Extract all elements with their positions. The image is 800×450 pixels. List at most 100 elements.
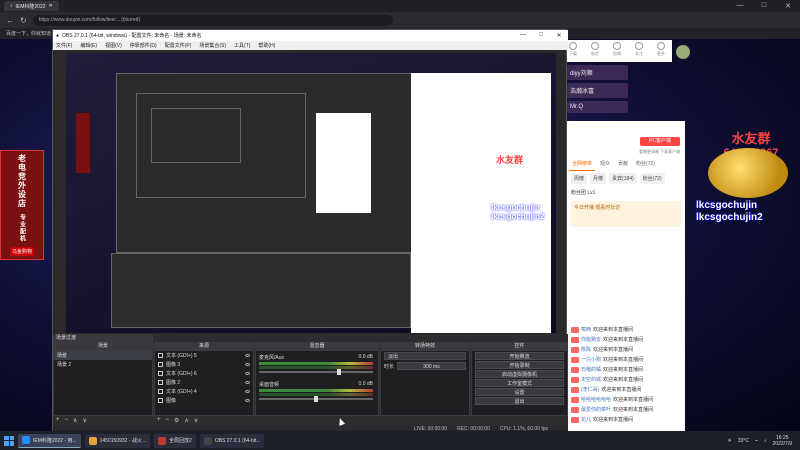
subtab-vip[interactable]: 贵宾(184) <box>609 173 637 184</box>
visibility-icon[interactable] <box>245 372 250 375</box>
rank-item[interactable]: diyy刘顺 <box>566 65 628 80</box>
nested-obs-window <box>151 108 241 163</box>
list-item: (李仁哥) 欢迎来到本直播间 <box>567 386 685 393</box>
source-item[interactable]: 文本 (GDI+) 5 <box>155 351 253 360</box>
browser-tab[interactable]: ♪ IEM科隆2022 ✕ <box>4 1 59 11</box>
url-field[interactable]: https://www.douyin.com/follow/live/... (… <box>32 14 393 26</box>
subtab-week[interactable]: 周榜 <box>571 173 588 184</box>
bookmark-item[interactable]: 百度一下，你就知道 <box>6 30 51 37</box>
source-tools: + − ⚙ ∧ ∨ <box>157 417 198 424</box>
menu-file[interactable]: 文件(F) <box>56 42 72 49</box>
volume-slider[interactable] <box>259 396 373 402</box>
nested-overlay-id: lkcsgochujin lkcsgochujin2 <box>491 203 545 221</box>
source-item[interactable]: 图像 <box>155 396 253 405</box>
menu-view[interactable]: 视图(V) <box>105 42 122 49</box>
visibility-icon[interactable] <box>245 390 250 393</box>
gear-icon[interactable]: ⚙ <box>174 417 179 424</box>
start-recording-button[interactable]: 开始录制 <box>475 361 564 369</box>
more-icon[interactable]: 更多 <box>657 42 665 57</box>
taskbar-item-app[interactable]: 1450150932 - 战火... <box>84 433 151 448</box>
menu-scene-collection[interactable]: 场景集合(S) <box>199 42 226 49</box>
message-icon[interactable]: 私信 <box>591 42 599 57</box>
obs-close-button[interactable]: ✕ <box>550 32 568 39</box>
visibility-icon[interactable] <box>245 381 250 384</box>
network-icon[interactable]: ⌁ <box>755 438 758 444</box>
scene-transition-head: 场景过渡 <box>53 334 153 342</box>
source-item[interactable]: 图像 2 <box>155 378 253 387</box>
taskbar-item-replay[interactable]: 全局回放2 <box>154 433 196 448</box>
avatar[interactable] <box>676 45 690 59</box>
rank-item[interactable]: Mr.Q <box>566 101 628 113</box>
task-card[interactable]: 今日开播 观看时长达 <box>571 201 681 227</box>
menu-tools[interactable]: 工具(T) <box>234 42 250 49</box>
pc-client-button[interactable]: PC客户端 <box>640 137 680 146</box>
tab-contribution[interactable]: 贡献 <box>615 157 631 171</box>
exit-button[interactable]: 退出 <box>475 397 564 405</box>
tab-rank[interactable]: 全网榜单 <box>569 157 596 171</box>
taskbar-item-obs[interactable]: OBS 27.0.1 (64-bit... <box>199 433 265 448</box>
visibility-icon[interactable] <box>245 363 250 366</box>
move-up-icon[interactable]: ∧ <box>73 417 77 424</box>
shop-banner[interactable]: 老电竞外设店 专业配机 马鱼购物 <box>0 150 44 260</box>
subtab-fans[interactable]: 粉丝(72) <box>639 173 665 184</box>
text-source-icon <box>158 371 163 376</box>
duration-input[interactable]: 300 ms <box>397 362 466 370</box>
tab-fans[interactable]: 粉丝(72) <box>633 157 658 171</box>
sources-dock: 文本 (GDI+) 5 图像 3 文本 (GDI+) 6 图像 2 文本 (GD… <box>154 350 254 416</box>
virtual-camera-button[interactable]: 启动虚拟摄像机 <box>475 370 564 378</box>
weather-temp: 33°C <box>737 437 750 444</box>
remove-icon[interactable]: − <box>166 417 170 424</box>
level-badge-icon <box>571 386 579 393</box>
follow-icon[interactable]: 关注 <box>635 42 643 57</box>
move-down-icon[interactable]: ∨ <box>194 417 198 424</box>
menu-profile[interactable]: 配置文件(P) <box>165 42 192 49</box>
list-item: 最爱你的菜叶 欢迎来到本直播间 <box>567 406 685 413</box>
visibility-icon[interactable] <box>245 399 250 402</box>
transition-select[interactable]: 淡出 <box>384 352 466 360</box>
visibility-icon[interactable] <box>245 354 250 357</box>
source-item[interactable]: 文本 (GDI+) 4 <box>155 387 253 396</box>
add-icon[interactable]: + <box>157 417 161 424</box>
scene-item[interactable]: 场景 2 <box>54 360 152 369</box>
tab-close-icon[interactable]: ✕ <box>49 3 53 9</box>
weather-icon[interactable]: ☀ <box>727 438 731 444</box>
start-streaming-button[interactable]: 开始推流 <box>475 352 564 360</box>
source-item[interactable]: 图像 3 <box>155 360 253 369</box>
settings-button[interactable]: 设置 <box>475 388 564 396</box>
download-icon[interactable]: 下载 <box>569 42 577 57</box>
obs-minimize-button[interactable]: — <box>514 32 532 39</box>
scene-item[interactable]: 场景 <box>54 351 152 360</box>
slider-handle[interactable] <box>314 396 318 402</box>
level-badge-icon <box>571 376 579 383</box>
overlay-id: lkcsgochujin lkcsgochujin2 <box>696 200 763 223</box>
source-item[interactable]: 文本 (GDI+) 6 <box>155 369 253 378</box>
obs-icon <box>203 436 212 445</box>
minimize-button[interactable]: — <box>728 2 752 10</box>
move-up-icon[interactable]: ∧ <box>184 417 188 424</box>
volume-icon[interactable]: ♪ <box>764 438 767 444</box>
tab-viewers[interactable]: 观众 <box>597 157 613 171</box>
menu-docks[interactable]: 停靠部件(D) <box>130 42 157 49</box>
obs-maximize-button[interactable]: □ <box>532 32 550 39</box>
obs-preview[interactable]: 水友群 lkcsgochujin lkcsgochujin2 <box>66 53 556 333</box>
studio-mode-button[interactable]: 工作室模式 <box>475 379 564 387</box>
level-badge-icon <box>571 346 579 353</box>
upload-icon[interactable]: 投稿 <box>613 42 621 57</box>
close-button[interactable]: ✕ <box>776 2 800 10</box>
move-down-icon[interactable]: ∨ <box>82 417 86 424</box>
add-icon[interactable]: + <box>56 417 60 424</box>
menu-edit[interactable]: 编辑(E) <box>80 42 97 49</box>
menu-help[interactable]: 帮助(H) <box>258 42 275 49</box>
subtab-month[interactable]: 月榜 <box>590 173 607 184</box>
back-icon[interactable]: ← <box>6 16 14 25</box>
replay-icon <box>158 436 167 445</box>
remove-icon[interactable]: − <box>65 417 69 424</box>
volume-slider[interactable] <box>259 369 373 375</box>
maximize-button[interactable]: □ <box>752 2 776 10</box>
taskbar-item-browser[interactable]: IEM科隆2022 - 用... <box>18 433 81 448</box>
slider-handle[interactable] <box>336 369 341 375</box>
windows-start-icon[interactable] <box>4 435 14 446</box>
rank-item[interactable]: 浩瀚冰富 <box>566 83 628 98</box>
clock[interactable]: 16:25 2022/7/9 <box>773 435 792 447</box>
reload-icon[interactable]: ↻ <box>20 16 27 25</box>
